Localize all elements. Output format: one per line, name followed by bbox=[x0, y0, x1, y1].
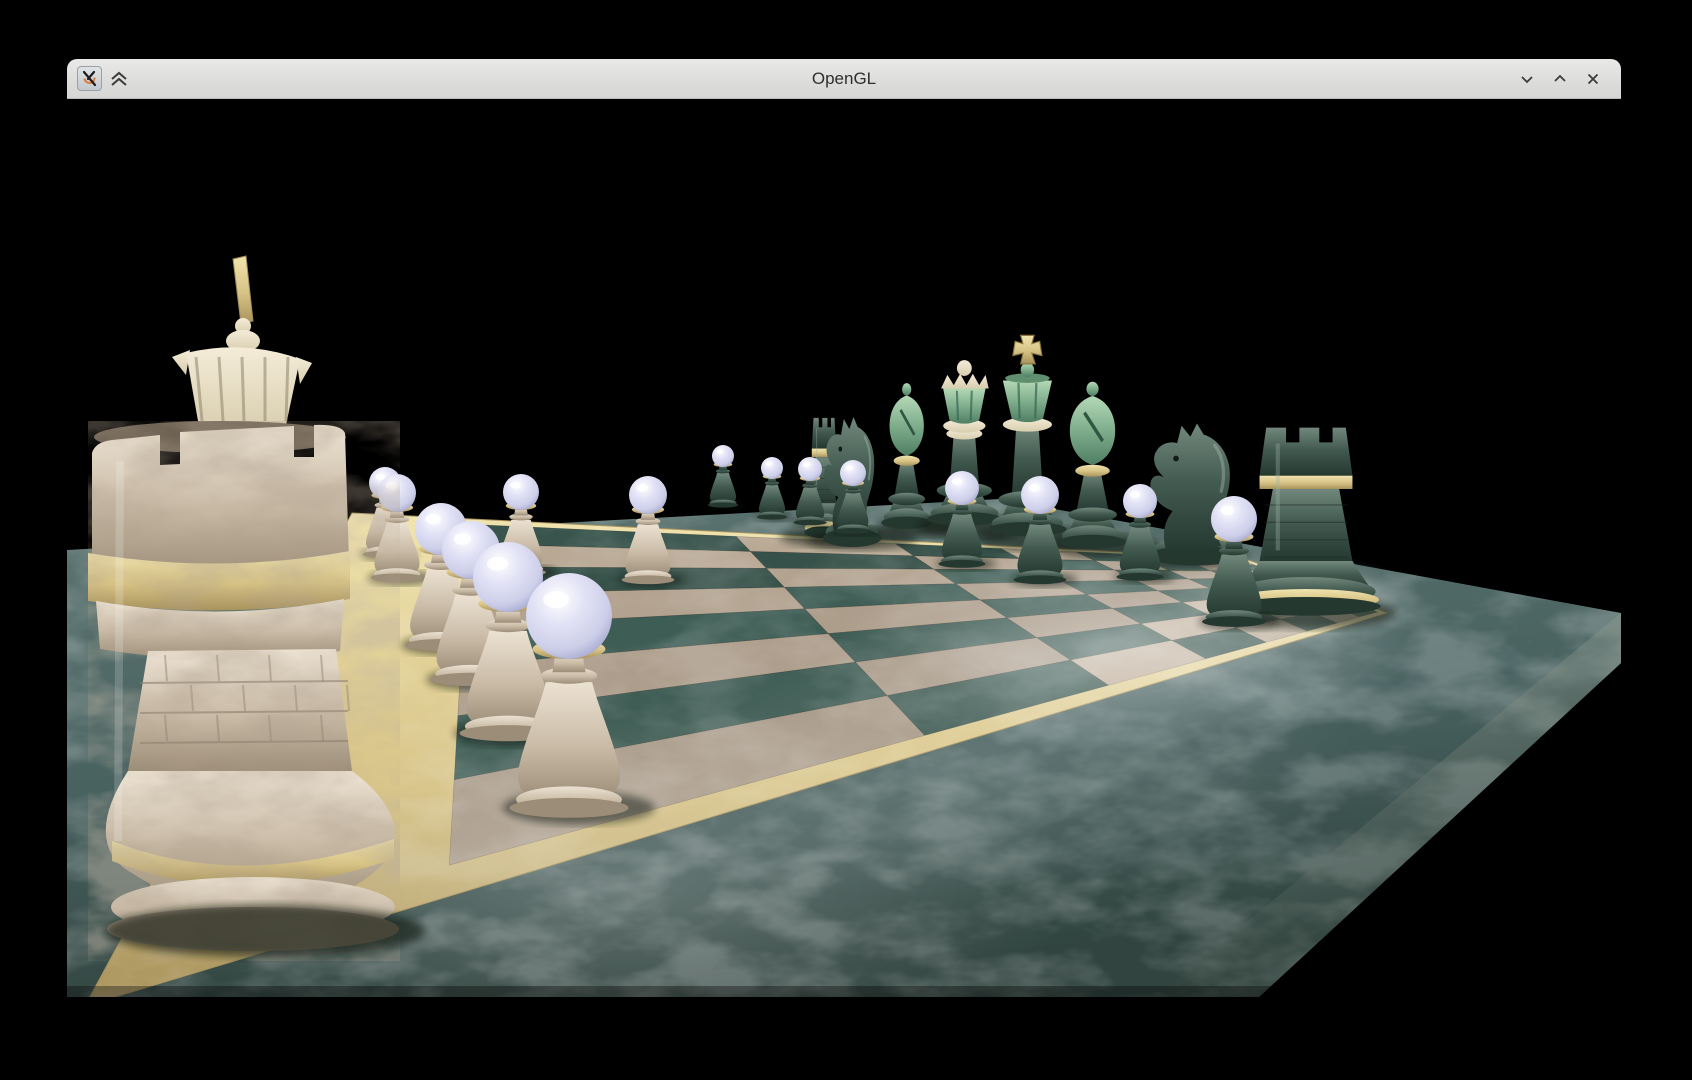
minimize-button[interactable] bbox=[1515, 67, 1539, 91]
close-icon bbox=[1585, 71, 1601, 87]
close-button[interactable] bbox=[1581, 67, 1605, 91]
chevron-up-icon bbox=[1552, 71, 1568, 87]
chess-scene bbox=[67, 99, 1621, 997]
desktop-background: OpenGL bbox=[0, 0, 1692, 1080]
window-titlebar[interactable]: OpenGL bbox=[67, 59, 1621, 99]
double-chevron-up-icon[interactable] bbox=[109, 70, 129, 88]
chevron-down-icon bbox=[1519, 71, 1535, 87]
app-menu-button[interactable] bbox=[77, 66, 102, 91]
x11-logo-icon bbox=[81, 70, 98, 87]
white-rook bbox=[88, 421, 400, 961]
opengl-viewport[interactable] bbox=[67, 99, 1621, 997]
opengl-window: OpenGL bbox=[67, 59, 1621, 997]
specular-bloom bbox=[600, 621, 1360, 901]
maximize-button[interactable] bbox=[1548, 67, 1572, 91]
window-title: OpenGL bbox=[67, 69, 1621, 89]
